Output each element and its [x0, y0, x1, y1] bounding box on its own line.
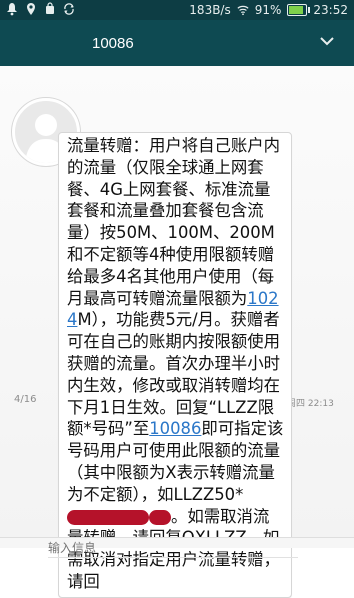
- message-bubble[interactable]: 流量转赠：用户将自己账户内的流量（仅限全球通上网套餐、4G上网套餐、标准流量套餐…: [58, 132, 292, 598]
- message-link-10086[interactable]: 10086: [149, 419, 201, 438]
- message-input-bar: [0, 537, 354, 558]
- status-bar: 183B/s 91% 23:52: [0, 0, 354, 20]
- message-input[interactable]: [48, 539, 298, 558]
- conversation-area: 4/16 周四 22:13 流量转赠：用户将自己账户内的流量（仅限全球通上网套餐…: [0, 66, 354, 598]
- conversation-header: 10086: [0, 20, 354, 66]
- chevron-down-icon[interactable]: [318, 32, 336, 50]
- sync-icon: [63, 2, 75, 16]
- battery-icon: [287, 4, 311, 16]
- contact-name: 10086: [92, 35, 134, 52]
- redacted-phone-mark-2: [149, 509, 171, 525]
- network-speed: 183B/s: [189, 3, 231, 17]
- bag-icon: [44, 2, 56, 16]
- battery-percent: 91%: [254, 3, 282, 17]
- message-text: 流量转赠：用户将自己账户内的流量（仅限全球通上网套餐、4G上网套餐、标准流量套餐…: [59, 133, 291, 593]
- redacted-phone-mark: [67, 509, 149, 525]
- battery-fill: [289, 6, 304, 14]
- status-left-icons: [6, 2, 75, 16]
- wifi-icon: [237, 3, 249, 17]
- notification-icon: [6, 2, 18, 16]
- status-right-indicators: 183B/s 91% 23:52: [189, 2, 348, 18]
- received-date: 4/16: [14, 394, 37, 405]
- location-icon: [25, 2, 37, 16]
- status-time: 23:52: [313, 3, 348, 17]
- received-time: 周四 22:13: [287, 399, 334, 409]
- message-part-1: 流量转赠：用户将自己账户内的流量（仅限全球通上网套餐、4G上网套餐、标准流量套餐…: [67, 136, 281, 308]
